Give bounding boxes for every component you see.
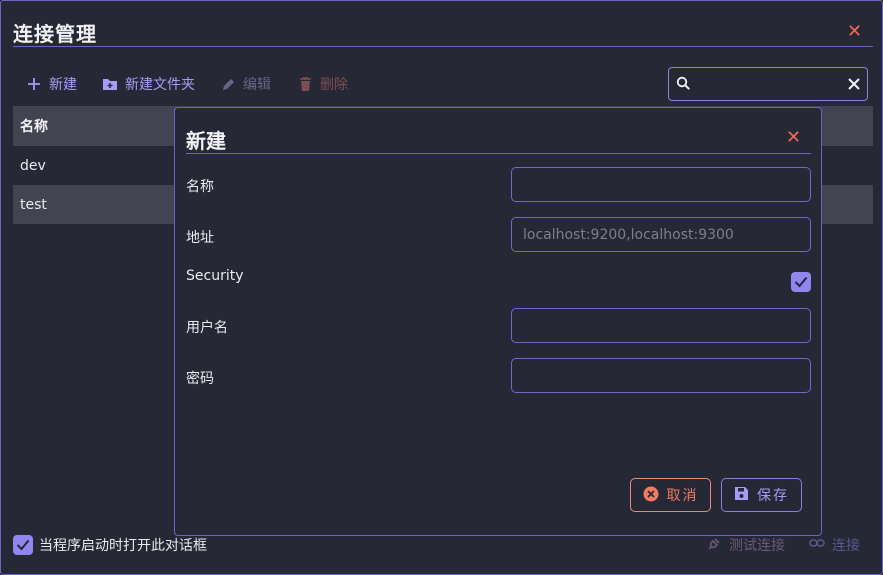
dialog-title: 新建 [186,129,226,153]
cancel-circle-icon [643,486,659,505]
new-button-label: 新建 [49,77,77,93]
new-button[interactable]: 新建 [26,74,77,94]
test-connection-button[interactable]: 测试连接 [707,535,785,555]
plus-icon [26,76,42,92]
username-field[interactable] [511,308,811,343]
connection-manager-window: 连接管理 ✕ 新建 新建文件夹 编辑 删除 名称 dev test 当程序启动时… [0,0,883,575]
test-connection-label: 测试连接 [729,538,785,554]
search-icon [676,76,691,95]
pencil-icon [220,76,236,92]
name-label: 名称 [186,179,214,195]
edit-button[interactable]: 编辑 [220,74,271,94]
search-box [668,67,868,101]
username-label: 用户名 [186,320,228,336]
new-connection-dialog: 新建 ✕ 名称 地址 Security 用户名 密码 取消 保存 [174,107,822,536]
cancel-button-label: 取消 [666,487,699,503]
delete-button[interactable]: 删除 [297,74,348,94]
password-label: 密码 [186,371,214,387]
edit-button-label: 编辑 [243,77,271,93]
open-on-start-checkbox[interactable] [13,535,33,555]
address-field[interactable] [511,217,811,252]
connect-button[interactable]: 连接 [809,535,860,555]
window-title: 连接管理 [13,22,97,46]
row-name: test [20,196,47,213]
security-label: Security [186,268,244,284]
open-on-start-label: 当程序启动时打开此对话框 [39,538,207,554]
connect-label: 连接 [832,538,860,554]
window-close-icon[interactable]: ✕ [847,23,862,41]
save-button[interactable]: 保存 [721,478,802,512]
clear-search-icon[interactable] [847,76,861,95]
new-folder-button[interactable]: 新建文件夹 [102,74,195,94]
trash-icon [297,76,313,92]
search-input[interactable] [697,74,837,94]
floppy-disk-icon [734,486,749,504]
save-button-label: 保存 [757,487,789,503]
title-divider [13,46,873,47]
open-on-start-option[interactable]: 当程序启动时打开此对话框 [13,535,207,555]
new-folder-button-label: 新建文件夹 [125,77,195,93]
plug-icon [707,536,722,555]
dialog-title-divider [186,153,811,154]
link-icon [809,537,825,553]
name-field[interactable] [511,167,811,202]
security-checkbox[interactable] [791,272,811,292]
password-field[interactable] [511,358,811,393]
dialog-close-icon[interactable]: ✕ [786,129,801,147]
delete-button-label: 删除 [320,77,348,93]
row-name: dev [20,157,46,174]
cancel-button[interactable]: 取消 [630,478,711,512]
column-header-name[interactable]: 名称 [20,116,48,136]
folder-plus-icon [102,76,118,92]
address-label: 地址 [186,230,214,246]
